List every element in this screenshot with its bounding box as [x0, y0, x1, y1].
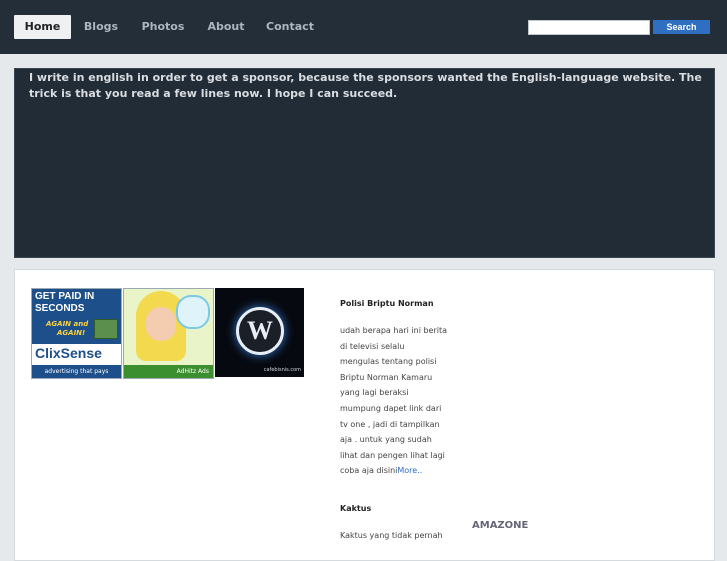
top-navigation-bar: Home Blogs Photos About Contact Search: [0, 0, 727, 54]
clixsense-headline-2: SECONDS: [35, 303, 85, 314]
main-content: GET PAID IN SECONDS AGAIN and AGAIN! Cli…: [14, 269, 715, 561]
post-line: aja . untuk yang sudah: [340, 435, 432, 445]
post-body: Kaktus yang tidak pernah: [340, 528, 455, 544]
intro-banner: I write in english in order to get a spo…: [14, 68, 715, 258]
adhitz-badge-icon: [176, 295, 210, 329]
intro-text: I write in english in order to get a spo…: [29, 71, 702, 100]
nav-item-contact[interactable]: Contact: [262, 15, 318, 39]
wordpress-logo-letter: W: [247, 316, 273, 345]
search-input[interactable]: [528, 20, 650, 35]
wordpress-ad-banner[interactable]: W cafebisnis.com: [215, 288, 304, 377]
post-line: udah berapa hari ini berita: [340, 326, 448, 335]
post-title[interactable]: Polisi Briptu Norman: [340, 299, 434, 308]
clixsense-again-1: AGAIN and: [46, 320, 89, 328]
nav-item-blogs[interactable]: Blogs: [78, 15, 124, 39]
wordpress-logo-icon: W: [236, 307, 284, 355]
post-line-text: coba aja disini: [340, 466, 398, 476]
clixsense-ad-banner[interactable]: GET PAID IN SECONDS AGAIN and AGAIN! Cli…: [31, 288, 122, 379]
nav-item-about[interactable]: About: [202, 15, 250, 39]
post-line: Kaktus yang tidak pernah: [340, 531, 443, 540]
clixsense-logo: ClixSense: [35, 345, 102, 361]
post-line: coba aja disiniMore..: [340, 463, 455, 479]
wordpress-ad-tagline: cafebisnis.com: [263, 367, 301, 373]
post-line: Briptu Norman Kamaru: [340, 372, 433, 382]
post-line: lihat dan pengen lihat lagi: [340, 450, 445, 460]
search-button[interactable]: Search: [653, 20, 710, 34]
adhitz-tagline: AdHitz Ads: [124, 365, 213, 378]
clixsense-again-2: AGAIN!: [57, 329, 86, 337]
post-body: udah berapa hari ini berita di televisi …: [340, 323, 455, 479]
nav-item-home[interactable]: Home: [14, 15, 71, 39]
clixsense-tagline: advertising that pays: [32, 365, 121, 378]
post-line: mumpung dapet link dari: [340, 403, 442, 413]
adhitz-ad-banner[interactable]: AdHitz Ads: [123, 288, 214, 379]
post-line: tv one , jadi di tampilkan: [340, 419, 440, 429]
post-line: di televisi selalu: [340, 341, 405, 351]
money-icon: [94, 319, 118, 339]
post-line: mengulas tentang polisi: [340, 357, 437, 367]
post-line: yang lagi beraksi: [340, 388, 409, 398]
sidebar-heading: AMAZONE: [472, 520, 529, 531]
read-more-link[interactable]: More..: [397, 466, 422, 475]
nav-item-photos[interactable]: Photos: [137, 15, 189, 39]
adhitz-character-face: [146, 307, 176, 341]
clixsense-headline-1: GET PAID IN: [35, 291, 95, 302]
post-title[interactable]: Kaktus: [340, 504, 371, 513]
